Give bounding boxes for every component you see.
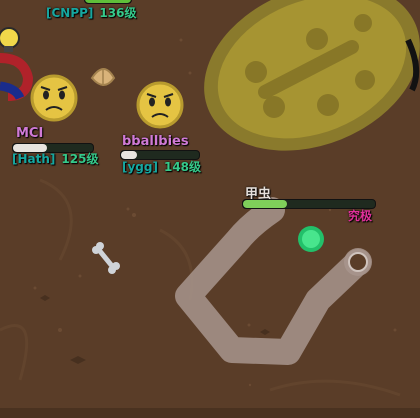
player-flower-bballbies[interactable] [136, 81, 184, 129]
player-tag-bballbies: [ygg] 148级 [122, 158, 201, 175]
mob-rarity-label: 究极 [348, 209, 373, 223]
player-flower-mci[interactable] [30, 74, 78, 122]
level-label: 136级 [99, 6, 137, 20]
level-label: 148级 [163, 160, 202, 174]
player-hp-bar-cnpp [84, 0, 132, 4]
level-label: 125级 [61, 152, 99, 166]
player-tag-mci: [Hath] 125级 [12, 150, 98, 167]
guild-label: [Hath] [12, 152, 56, 166]
ground-shadow-band [0, 408, 420, 418]
guild-label: [CNPP] [46, 6, 94, 20]
player-tag-cnpp: [CNPP] 136级 [46, 4, 136, 21]
beetle-mob[interactable] [298, 226, 324, 252]
player-name-bballbies: bballbies [122, 134, 189, 149]
hp-fill [243, 200, 287, 208]
guild-label: [ygg] [122, 160, 158, 174]
player-name-mci: MCI [16, 126, 44, 141]
